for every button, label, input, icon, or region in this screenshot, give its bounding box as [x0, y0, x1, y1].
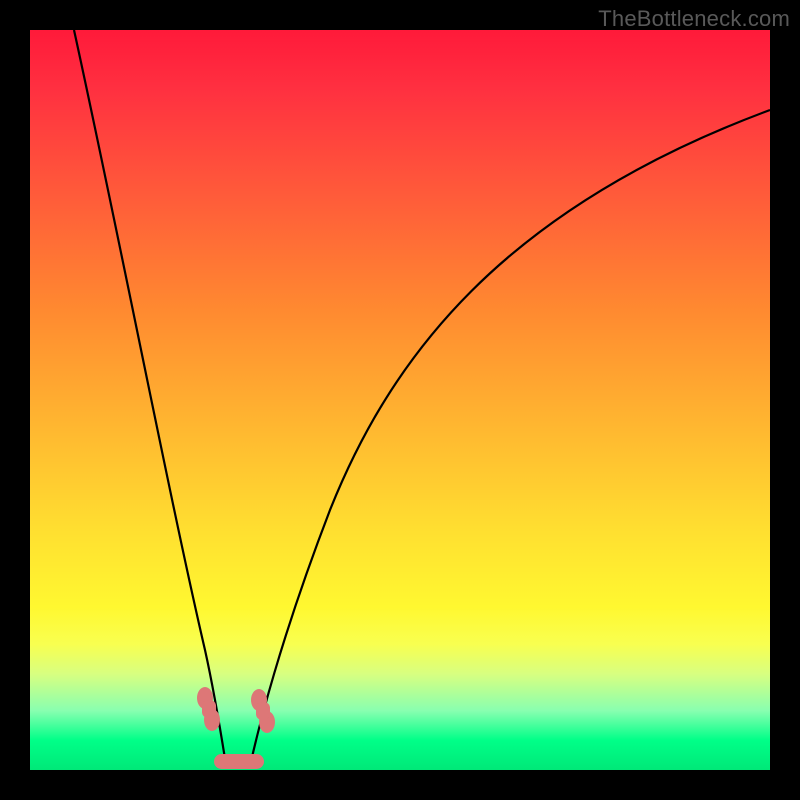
marker-bottom-capsule: [214, 754, 264, 769]
curve-left-branch: [74, 30, 226, 765]
curve-right-branch: [250, 110, 770, 766]
watermark-text: TheBottleneck.com: [598, 6, 790, 32]
curve-layer: [30, 30, 770, 770]
marker-right-dumbbell: [251, 689, 275, 733]
chart-frame: TheBottleneck.com: [0, 0, 800, 800]
